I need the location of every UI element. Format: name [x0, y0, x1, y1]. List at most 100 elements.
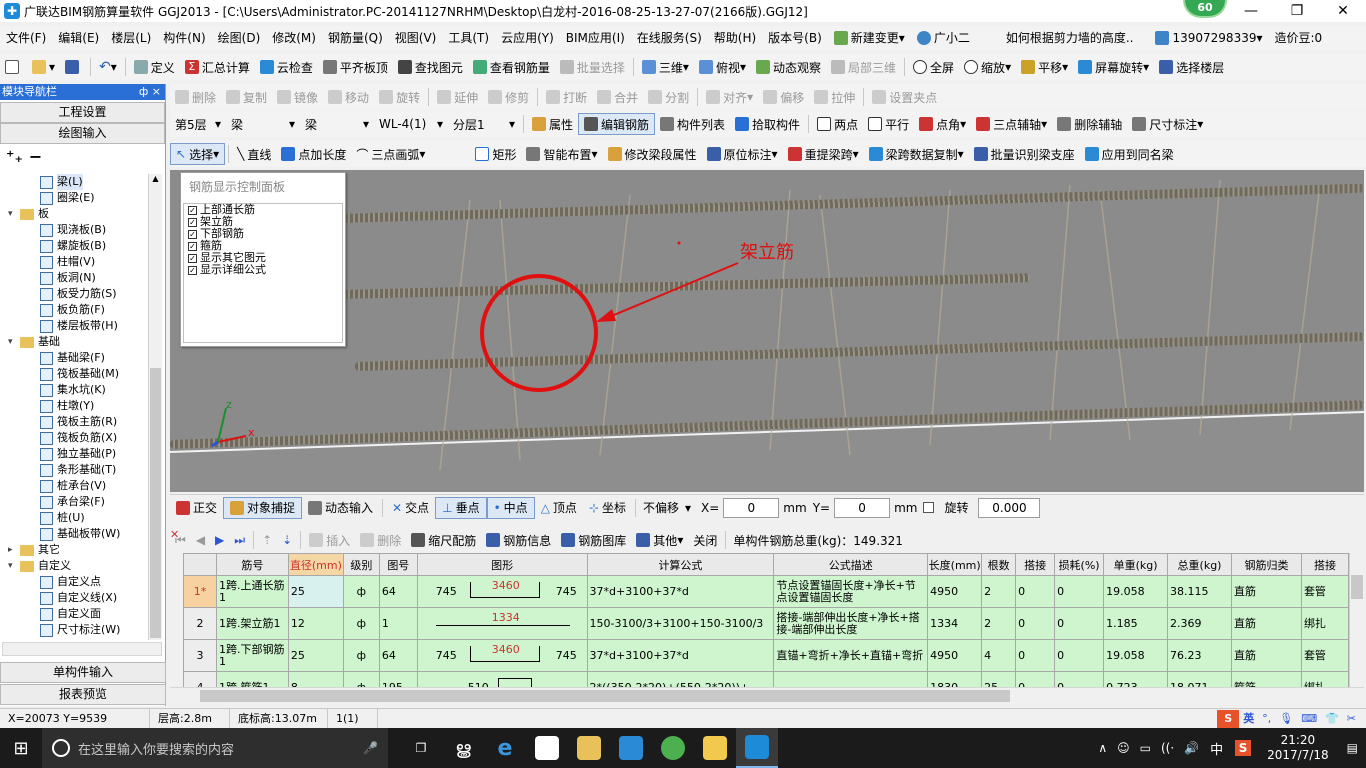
cell-total-weight[interactable]: 2.369: [1167, 607, 1232, 640]
cell-lap[interactable]: 0: [1015, 639, 1056, 672]
set-grip-button[interactable]: 设置夹点: [867, 86, 942, 108]
menu-floor[interactable]: 楼层(L): [105, 26, 157, 50]
cell-loss[interactable]: 0: [1054, 575, 1105, 608]
col-count[interactable]: 根数: [981, 553, 1017, 576]
cell-diameter[interactable]: 12: [287, 607, 344, 640]
menu-modify[interactable]: 修改(M): [266, 26, 322, 50]
two-point-axis-button[interactable]: 两点: [812, 113, 863, 135]
tree-item-pier[interactable]: 柱墩(Y): [0, 398, 148, 414]
scroll-thumb[interactable]: [150, 368, 161, 638]
menu-edit[interactable]: 编辑(E): [52, 26, 105, 50]
cell-lap-type[interactable]: 套管: [1300, 639, 1349, 672]
check-detail-formula[interactable]: ✓ 显示详细公式: [184, 264, 342, 276]
row-number[interactable]: 3: [183, 639, 217, 672]
checkbox-checked-icon[interactable]: ✓: [188, 253, 197, 263]
taskbar-app-explorer[interactable]: [568, 728, 610, 768]
tray-sogou-icon[interactable]: S: [1235, 740, 1252, 756]
stretch-button[interactable]: 拉伸: [809, 86, 860, 108]
col-loss[interactable]: 损耗(%): [1054, 553, 1105, 576]
pick-component-button[interactable]: 拾取构件: [730, 113, 805, 135]
dynamic-input-button[interactable]: 动态输入: [302, 499, 379, 516]
trim-button[interactable]: 修剪: [483, 86, 534, 108]
tree-item-isolated-footing[interactable]: 独立基础(P): [0, 446, 148, 462]
row-number[interactable]: 1*: [183, 575, 217, 608]
maximize-button[interactable]: ❐: [1274, 0, 1320, 22]
col-length[interactable]: 长度(mm): [927, 553, 983, 576]
category-select[interactable]: 梁 ▾: [226, 113, 300, 135]
tree-item-raft-neg-rebar[interactable]: 筏板负筋(X): [0, 430, 148, 446]
cell-desc[interactable]: 搭接-端部伸出长度+净长+搭接-端部伸出长度: [773, 607, 929, 640]
cell-grade[interactable]: ф: [342, 607, 380, 640]
3d-button[interactable]: 三维 ▾: [637, 56, 694, 78]
cell-count[interactable]: 2: [981, 607, 1017, 640]
delete-row-button[interactable]: 删除: [355, 529, 406, 551]
rebar-library-button[interactable]: 钢筋图库: [556, 529, 631, 551]
mic-icon[interactable]: 🎙: [1275, 709, 1297, 728]
tree-item-custom-point[interactable]: 自定义点: [0, 574, 148, 590]
cell-count[interactable]: 4: [981, 639, 1017, 672]
cell-lap-type[interactable]: 套管: [1300, 575, 1349, 608]
re-extract-span-button[interactable]: 重提梁跨 ▾: [783, 143, 864, 165]
tree-item-foundation-strip[interactable]: 基础板带(W): [0, 526, 148, 542]
col-formula[interactable]: 计算公式: [586, 553, 775, 576]
select-floor-button[interactable]: 选择楼层: [1154, 56, 1229, 78]
extend-button[interactable]: 延伸: [432, 86, 483, 108]
report-preview-button[interactable]: 报表预览: [0, 684, 166, 705]
grid-hscrollbar[interactable]: [170, 687, 1364, 704]
type-select[interactable]: 梁 ▾: [300, 113, 374, 135]
3d-viewport[interactable]: x z 架立筋: [170, 170, 1364, 492]
skin-icon[interactable]: 👕: [1321, 709, 1343, 728]
scroll-thumb[interactable]: [1351, 575, 1363, 599]
keyboard-icon[interactable]: ⌨: [1297, 709, 1321, 728]
taskbar-app-edge[interactable]: e: [484, 728, 526, 768]
cell-name[interactable]: 1跨.下部钢筋1: [215, 639, 289, 672]
cell-desc[interactable]: 直锚+弯折+净长+直锚+弯折: [773, 639, 929, 672]
tools-icon[interactable]: ✂: [1343, 709, 1360, 728]
taskbar-search[interactable]: 在这里输入你要搜索的内容 🎤: [42, 728, 388, 768]
cell-name[interactable]: 1跨.架立筋1: [215, 607, 289, 640]
tree-folder-slab[interactable]: ▾ 板: [0, 206, 148, 222]
question-link[interactable]: 如何根据剪力墙的高度..: [1000, 26, 1140, 50]
menu-tools[interactable]: 工具(T): [442, 26, 495, 50]
tree-folder-custom[interactable]: ▾ 自定义: [0, 558, 148, 574]
tray-volume-icon[interactable]: 🔊: [1179, 741, 1204, 755]
move-up-button[interactable]: ⇡: [257, 529, 277, 551]
tree-item-cast-slab[interactable]: 现浇板(B): [0, 222, 148, 238]
insert-row-button[interactable]: 插入: [304, 529, 355, 551]
point-length-button[interactable]: 点加长度: [276, 143, 351, 165]
cell-length[interactable]: 1334: [927, 607, 983, 640]
open-button[interactable]: ▾: [27, 56, 60, 78]
object-snap-button[interactable]: 对象捕捉: [223, 496, 303, 519]
single-component-input-button[interactable]: 单构件输入: [0, 662, 166, 683]
cell-total-weight[interactable]: 76.23: [1167, 639, 1232, 672]
x-input[interactable]: 0: [723, 497, 780, 518]
cell-count[interactable]: 25: [981, 671, 1017, 687]
sogou-icon[interactable]: S: [1217, 709, 1240, 728]
align-button[interactable]: 对齐 ▾: [701, 86, 758, 108]
cell-lap-type[interactable]: 绑扎: [1300, 671, 1349, 687]
tree-item-custom-face[interactable]: 自定义面: [0, 606, 148, 622]
menu-help[interactable]: 帮助(H): [708, 26, 762, 50]
user-account[interactable]: 13907298339 ▾: [1149, 26, 1268, 50]
clock[interactable]: 21:20 2017/7/18: [1257, 733, 1339, 763]
three-point-axis-button[interactable]: 三点辅轴 ▾: [971, 113, 1052, 135]
tree-item-pile-cap[interactable]: 桩承台(V): [0, 478, 148, 494]
menu-assistant[interactable]: 广小二: [911, 26, 976, 50]
select-button[interactable]: ↖ 选择 ▾: [170, 143, 226, 165]
tree-hscrollbar[interactable]: [2, 642, 162, 656]
tree-item-cap-beam[interactable]: 承台梁(F): [0, 494, 148, 510]
y-input[interactable]: 0: [834, 497, 891, 518]
view-rebar-qty-button[interactable]: 查看钢筋量: [468, 56, 555, 78]
menu-view[interactable]: 视图(V): [389, 26, 443, 50]
batch-support-button[interactable]: 批量识别梁支座: [969, 143, 1080, 165]
expand-icon[interactable]: ▸: [8, 542, 18, 558]
close-button[interactable]: ✕: [1320, 0, 1366, 22]
punct-icon[interactable]: °,: [1258, 709, 1275, 728]
cell-length[interactable]: 4950: [927, 639, 983, 672]
cell-lap[interactable]: 0: [1015, 671, 1056, 687]
last-row-button[interactable]: ⏭: [229, 529, 250, 551]
tree-item-pile[interactable]: 桩(U): [0, 510, 148, 526]
row-number[interactable]: 2: [183, 607, 217, 640]
tree-item-spiral-slab[interactable]: 螺旋板(B): [0, 238, 148, 254]
rotate-input[interactable]: 0.000: [978, 497, 1041, 518]
